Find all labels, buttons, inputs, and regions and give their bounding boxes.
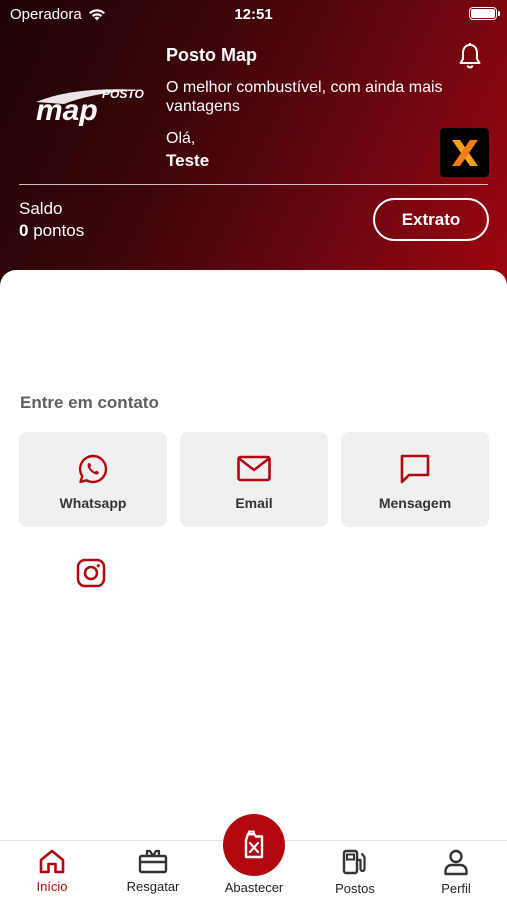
message-label: Mensagem [378, 495, 452, 511]
logo-text-main: map [36, 94, 98, 126]
app-title: Posto Map [166, 45, 258, 65]
balance-value: 0 pontos [19, 221, 84, 241]
battery-icon [469, 7, 500, 20]
abastecer-fab[interactable] [223, 814, 285, 876]
notification-bell-icon[interactable] [457, 42, 483, 70]
tab-inicio[interactable]: Início [2, 841, 102, 900]
x-logo-icon [451, 139, 478, 166]
statement-button[interactable]: Extrato [373, 198, 489, 241]
tab-perfil[interactable]: Perfil [406, 841, 506, 900]
email-button[interactable]: Email [180, 432, 328, 527]
balance-label: Saldo [19, 199, 63, 218]
balance-points: 0 [19, 221, 29, 240]
instagram-icon[interactable] [76, 558, 106, 588]
tab-resgatar-label: Resgatar [126, 879, 180, 894]
status-bar: Operadora 12:51 [0, 0, 507, 28]
message-button[interactable]: Mensagem [341, 432, 489, 527]
mail-icon [237, 455, 271, 482]
tab-inicio-label: Início [36, 879, 68, 894]
header-divider [19, 184, 488, 185]
fuel-pump-icon [342, 849, 366, 875]
balance-unit: pontos [33, 221, 85, 240]
contact-section-title: Entre em contato [20, 393, 159, 412]
whatsapp-button[interactable]: Whatsapp [19, 432, 167, 527]
tab-postos[interactable]: Postos [305, 841, 405, 900]
fuel-can-icon [244, 830, 264, 859]
message-icon [400, 454, 430, 484]
gift-icon [138, 849, 168, 874]
tab-resgatar[interactable]: Resgatar [103, 841, 203, 900]
whatsapp-icon [78, 454, 108, 484]
email-label: Email [235, 495, 273, 511]
partner-badge[interactable] [440, 128, 489, 177]
username: Teste [166, 151, 210, 170]
user-icon [444, 849, 468, 876]
tab-abastecer-label: Abastecer [224, 880, 284, 895]
header: Operadora 12:51 POSTO map Posto Map O me… [0, 0, 507, 300]
posto-map-logo: POSTO map [36, 87, 144, 126]
tab-perfil-label: Perfil [441, 881, 471, 896]
main-content: Entre em contato Whatsapp Email Mensagem [0, 270, 507, 840]
logo-text-top: POSTO [102, 87, 144, 101]
tab-postos-label: Postos [335, 881, 375, 896]
status-time: 12:51 [234, 6, 273, 23]
greeting: Olá, [166, 130, 196, 147]
home-icon [39, 849, 65, 874]
tagline: O melhor combustível, com ainda mais van… [166, 79, 443, 115]
whatsapp-label: Whatsapp [59, 495, 127, 511]
